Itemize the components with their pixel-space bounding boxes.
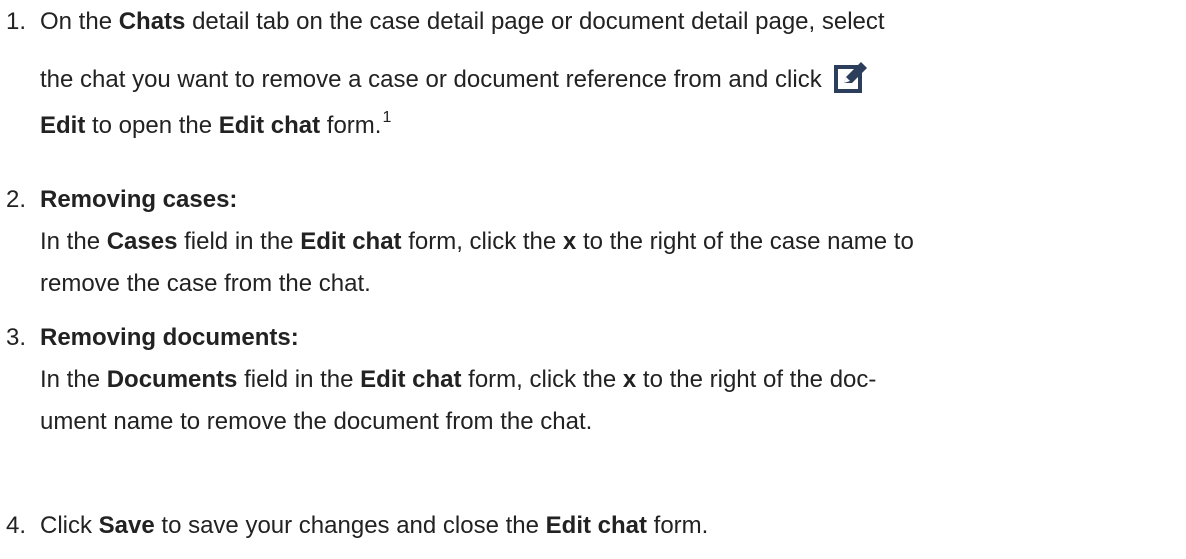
text: form. [647,512,709,539]
text: ument name to remove the document from t… [40,408,593,435]
step-3-heading: Removing documents: [40,320,299,356]
text: form. [320,112,382,139]
text: the chat you want to remove a case or do… [40,66,822,93]
step-1-line-1: On the Chats detail tab on the case deta… [40,4,885,40]
step-number: 1. [6,8,27,35]
step-heading: Removing cases: [40,186,238,213]
text: form, click the [401,228,563,255]
step-number: 2. [6,186,27,213]
text: field in the [177,228,301,255]
text: to save your changes and close the [154,512,546,539]
step-number: 3. [6,324,27,351]
step-3-line-2: ument name to remove the document from t… [40,404,592,440]
step-heading: Removing documents: [40,324,299,351]
ui-term-x: x [622,366,637,393]
text: remove the case from the chat. [40,270,371,297]
step-4-line-1: Click Save to save your changes and clos… [40,508,708,544]
ui-term-edit-chat: Edit chat [300,228,402,255]
step-2-line-2: remove the case from the chat. [40,266,371,302]
text: In the [40,366,107,393]
step-number: 4. [6,512,27,539]
ui-term-chats: Chats [118,8,186,35]
edit-icon [833,61,868,93]
footnote-reference[interactable]: 1 [382,109,391,126]
ui-term-x: x [562,228,577,255]
instructions-document: 1. On the Chats detail tab on the case d… [0,0,1186,559]
ui-term-edit-chat: Edit chat [218,112,321,139]
ui-term-edit: Edit [40,112,86,139]
ui-term-cases: Cases [106,228,178,255]
ui-term-save: Save [98,512,155,539]
text: field in the [237,366,361,393]
text: form, click the [461,366,623,393]
text: In the [40,228,107,255]
step-2-line-1: In the Cases field in the Edit chat form… [40,224,914,260]
ui-term-edit-chat: Edit chat [545,512,647,539]
text: to the right of the doc- [636,366,877,393]
text: to open the [85,112,219,139]
step-1-line-3: Edit to open the Edit chat form.1 [40,108,391,144]
text: On the [40,8,119,35]
step-3-line-1: In the Documents field in the Edit chat … [40,362,876,398]
step-1-line-2: the chat you want to remove a case or do… [40,61,868,98]
ui-term-documents: Documents [106,366,238,393]
ui-term-edit-chat: Edit chat [360,366,462,393]
step-2-heading: Removing cases: [40,182,237,218]
text: detail tab on the case detail page or do… [185,8,885,35]
text: Click [40,512,99,539]
text: to the right of the case name to [576,228,914,255]
